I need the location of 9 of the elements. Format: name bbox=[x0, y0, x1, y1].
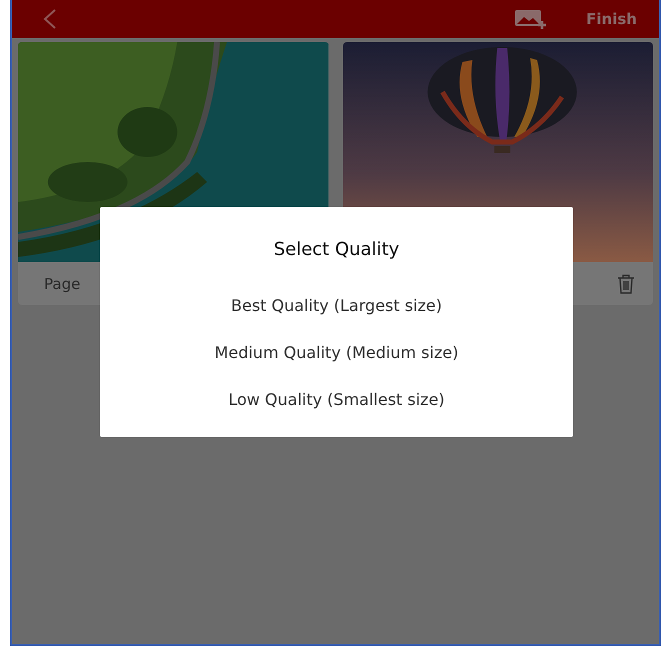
trash-icon bbox=[617, 274, 635, 294]
add-image-icon bbox=[514, 8, 548, 30]
back-icon bbox=[42, 8, 58, 30]
quality-option[interactable]: Low Quality (Smallest size) bbox=[228, 376, 445, 423]
back-button[interactable] bbox=[42, 8, 58, 30]
page-label: Page bbox=[44, 274, 80, 292]
add-image-button[interactable] bbox=[514, 8, 548, 30]
quality-option[interactable]: Medium Quality (Medium size) bbox=[214, 329, 458, 376]
delete-button[interactable] bbox=[617, 274, 635, 294]
